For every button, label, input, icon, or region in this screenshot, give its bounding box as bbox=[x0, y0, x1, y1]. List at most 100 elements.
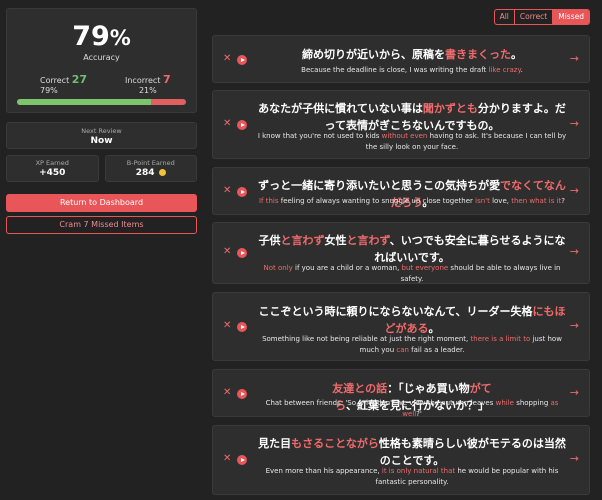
grammar-highlight: と言わず bbox=[346, 234, 390, 247]
grammar-highlight: 聞かずとも bbox=[422, 102, 478, 115]
play-audio-icon[interactable] bbox=[237, 248, 247, 258]
sentence-en: Not only if you are a child or a woman, … bbox=[257, 263, 567, 285]
translation-segment: Even more than his appearance, bbox=[265, 467, 382, 475]
bpoint-value: 284 bbox=[135, 168, 155, 178]
translation-segment: ?' bbox=[416, 410, 422, 418]
grammar-highlight: 書きまくった bbox=[445, 48, 511, 61]
incorrect-mark-icon: ✕ bbox=[223, 453, 232, 464]
incorrect-mark-icon: ✕ bbox=[223, 387, 232, 398]
xp-value: +450 bbox=[39, 168, 66, 178]
open-item-arrow-icon[interactable]: → bbox=[570, 245, 579, 258]
sentence-en: I know that you're not used to kids with… bbox=[257, 131, 567, 153]
sentence-segment: あなたが子供に慣れていない事は bbox=[258, 102, 423, 115]
play-audio-icon[interactable] bbox=[237, 120, 247, 130]
incorrect-mark-icon: ✕ bbox=[223, 320, 232, 331]
open-item-arrow-icon[interactable]: → bbox=[570, 52, 579, 65]
sentence-jp: 子供と言わず女性と言わず、いつでも安全に暮らせるようになればいいです。 bbox=[257, 232, 567, 266]
open-item-arrow-icon[interactable]: → bbox=[570, 184, 579, 197]
translation-segment: love, bbox=[489, 197, 512, 205]
bpoint-label: B-Point Earned bbox=[126, 159, 175, 167]
translation-segment: ? bbox=[561, 197, 566, 205]
next-review-value: Now bbox=[90, 136, 113, 146]
coin-icon bbox=[158, 169, 166, 176]
review-item: ✕ → 締め切りが近いから、原稿を書きまくった。 Because the deadli… bbox=[212, 35, 590, 83]
incorrect-percent: 21% bbox=[138, 86, 157, 95]
open-item-arrow-icon[interactable]: → bbox=[570, 319, 579, 332]
translation-segment: . bbox=[520, 66, 523, 74]
play-audio-icon[interactable] bbox=[237, 187, 247, 197]
review-item: ✕ → 友達との話：「じゃあ買い物がてら、紅葉を見に行かないか？」 Chat betw… bbox=[212, 369, 590, 420]
translation-highlight: If this bbox=[258, 197, 279, 205]
translation-highlight: it is only natural that bbox=[381, 467, 456, 475]
sentence-segment: 見た目 bbox=[258, 437, 292, 450]
bpoint-card: B-Point Earned 284 bbox=[104, 155, 197, 182]
sentence-en: If this feeling of always wanting to snu… bbox=[257, 196, 567, 207]
translation-segment: I know that you're not used to kids bbox=[257, 132, 382, 140]
sentence-segment: 締め切りが近いから、原稿を bbox=[302, 48, 445, 61]
play-audio-icon[interactable] bbox=[237, 455, 247, 465]
xp-card: XP Earned +450 bbox=[6, 155, 99, 182]
review-item: ✕ → ずっと一緒に寄り添いたいと思うこの気持ちが愛でなくてなんだろう。 If thi… bbox=[212, 167, 590, 215]
correct-percent: 79% bbox=[40, 86, 58, 95]
filter-all[interactable]: All bbox=[495, 10, 515, 24]
sentence-jp: 見た目もさることながら性格も素晴らしい彼がモテるのは当然のことです。 bbox=[257, 435, 567, 469]
filter-correct[interactable]: Correct bbox=[515, 10, 554, 24]
xp-label: XP Earned bbox=[35, 159, 69, 167]
review-item: ✕ → 見た目もさることながら性格も素晴らしい彼がモテるのは当然のことです。 Even… bbox=[212, 425, 590, 495]
sentence-segment: 性格も素晴らしい彼がモテるのは当然のことです。 bbox=[378, 437, 566, 467]
translation-highlight: there is a limit to bbox=[470, 335, 531, 343]
translation-highlight: can bbox=[396, 346, 409, 354]
correct-count: 27 bbox=[71, 73, 88, 86]
play-audio-icon[interactable] bbox=[237, 55, 247, 65]
play-audio-icon[interactable] bbox=[237, 389, 247, 399]
sentence-segment: ここぞという時に頼りにならないなんて、リーダー失格 bbox=[258, 305, 533, 318]
cram-missed-button[interactable]: Cram 7 Missed Items bbox=[6, 216, 197, 234]
open-item-arrow-icon[interactable]: → bbox=[570, 386, 579, 399]
incorrect-count: 7 bbox=[163, 73, 171, 86]
accuracy-label: Accuracy bbox=[83, 53, 120, 62]
translation-highlight: but everyone bbox=[401, 264, 449, 272]
next-review-label: Next Review bbox=[81, 127, 122, 135]
bpoint-value-wrap: 284 bbox=[106, 168, 197, 178]
incorrect-mark-icon: ✕ bbox=[223, 185, 232, 196]
grammar-highlight: 友達との話 bbox=[332, 382, 388, 395]
translation-segment: Because the deadline is close, I was wri… bbox=[301, 66, 489, 74]
translation-highlight: isn't bbox=[475, 197, 490, 205]
sentence-segment: 。 bbox=[511, 48, 522, 61]
accuracy-card: 79% Accuracy Correct 27 79% Incorrect 7 … bbox=[6, 8, 197, 113]
sentence-segment: 、いつでも安全に暮らせるようになればいいです。 bbox=[374, 234, 566, 264]
translation-highlight: then what is it bbox=[511, 197, 562, 205]
accuracy-bar-fill bbox=[17, 99, 151, 105]
sentence-jp: 締め切りが近いから、原稿を書きまくった。 bbox=[257, 46, 567, 63]
sentence-jp: ここぞという時に頼りにならないなんて、リーダー失格にもほどがある。 bbox=[257, 303, 567, 337]
play-audio-icon[interactable] bbox=[237, 322, 247, 332]
sentence-en: Because the deadline is close, I was wri… bbox=[257, 65, 567, 76]
next-review-card: Next Review Now bbox=[6, 122, 197, 149]
translation-highlight: while bbox=[495, 399, 514, 407]
accuracy-percent: 79% bbox=[72, 21, 131, 52]
grammar-highlight: もさることながら bbox=[291, 437, 379, 450]
accuracy-bar bbox=[17, 99, 186, 105]
incorrect-mark-icon: ✕ bbox=[223, 246, 232, 257]
correct-stat: Correct 27 79% bbox=[40, 73, 88, 95]
translation-highlight: without even bbox=[381, 132, 428, 140]
results-panel: 79% Accuracy Correct 27 79% Incorrect 7 … bbox=[6, 8, 197, 234]
translation-segment: Something like not being reliable at jus… bbox=[262, 335, 471, 343]
translation-segment: shopping bbox=[513, 399, 551, 407]
sentence-jp: あなたが子供に慣れていない事は聞かずとも分かりますよ。だって表情がぎこちないんで… bbox=[257, 100, 567, 134]
return-dashboard-button[interactable]: Return to Dashboard bbox=[6, 194, 197, 212]
sentence-en: Even more than his appearance, it is onl… bbox=[257, 466, 567, 488]
open-item-arrow-icon[interactable]: → bbox=[570, 117, 579, 130]
review-item: ✕ → あなたが子供に慣れていない事は聞かずとも分かりますよ。だって表情がぎこちない… bbox=[212, 90, 590, 159]
filter-missed[interactable]: Missed bbox=[553, 10, 589, 24]
translation-highlight: like crazy bbox=[488, 66, 521, 74]
open-item-arrow-icon[interactable]: → bbox=[570, 452, 579, 465]
sentence-segment: 子供 bbox=[258, 234, 281, 247]
incorrect-mark-icon: ✕ bbox=[223, 118, 232, 129]
review-item: ✕ → ここぞという時に頼りにならないなんて、リーダー失格にもほどがある。 Somet… bbox=[212, 292, 590, 361]
sentence-en: Chat between friends: 'So, why don't we … bbox=[257, 398, 567, 420]
translation-segment: if you are a child or a woman, bbox=[292, 264, 402, 272]
filter-tabs: All Correct Missed bbox=[493, 9, 590, 25]
sentence-en: Something like not being reliable at jus… bbox=[257, 334, 567, 356]
translation-highlight: Not only bbox=[263, 264, 293, 272]
